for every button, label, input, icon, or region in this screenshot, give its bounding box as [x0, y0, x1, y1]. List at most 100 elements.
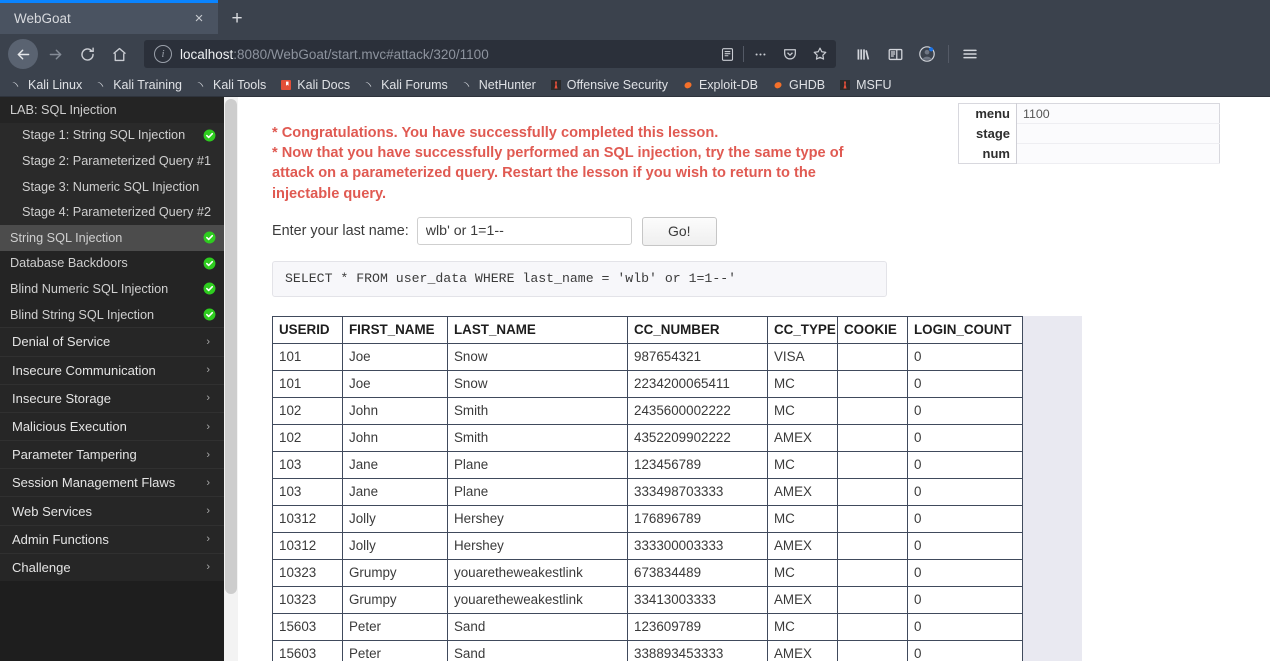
app-menu-icon[interactable] — [955, 39, 985, 69]
cell-last-name: Smith — [447, 423, 628, 452]
congratulations-text: * Congratulations. You have successfully… — [272, 125, 719, 141]
debug-value-num[interactable] — [1016, 143, 1220, 164]
sql-query-text: SELECT * FROM user_data WHERE last_name … — [285, 271, 737, 287]
sidebar-item-lab-sql-injection[interactable]: LAB: SQL Injection — [0, 97, 224, 123]
cell-login-count: 0 — [907, 477, 1023, 506]
sidebar-item-database-backdoors[interactable]: Database Backdoors — [0, 250, 224, 277]
bookmark-exploit-db[interactable]: Exploit-DB — [675, 75, 765, 96]
cell-last-name: youaretheweakestlink — [447, 585, 628, 614]
sidebar-item-label: Parameter Tampering — [12, 447, 137, 463]
debug-value-menu[interactable]: 1100 — [1016, 103, 1220, 124]
lastname-label: Enter your last name: — [272, 223, 409, 240]
table-row: 10323 Grumpy youaretheweakestlink 673834… — [272, 558, 1083, 587]
sidebar-item-web-services[interactable]: Web Services › — [0, 496, 224, 525]
sidebar-item-parameter-tampering[interactable]: Parameter Tampering › — [0, 440, 224, 469]
cell-cc-type: AMEX — [767, 477, 838, 506]
cell-cc-number: 123456789 — [627, 450, 768, 479]
sidebar-item-insecure-communication[interactable]: Insecure Communication › — [0, 355, 224, 384]
table-row: 101 Joe Snow 987654321 VISA 0 — [272, 342, 1083, 371]
sidebar-item-label: Database Backdoors — [10, 256, 128, 271]
bookmark-label: Kali Linux — [28, 78, 83, 92]
new-tab-icon[interactable]: + — [218, 3, 256, 34]
cell-cookie — [837, 369, 908, 398]
sidebar-item-stage-3[interactable]: Stage 3: Numeric SQL Injection — [0, 173, 224, 200]
reload-icon[interactable] — [72, 39, 102, 69]
sidebar-item-denial-of-service[interactable]: Denial of Service › — [0, 327, 224, 356]
kali-docs-icon — [281, 80, 292, 90]
sidebar-item-label: LAB: SQL Injection — [10, 102, 117, 117]
column-header-login-count: LOGIN_COUNT — [907, 315, 1023, 344]
home-icon[interactable] — [104, 39, 134, 69]
debug-key-num: num — [958, 143, 1017, 164]
sidebar-item-admin-functions[interactable]: Admin Functions › — [0, 524, 224, 553]
cell-cc-type: MC — [767, 612, 838, 641]
sidebar-item-blind-string-sql-injection[interactable]: Blind String SQL Injection — [0, 301, 224, 328]
chevron-right-icon: › — [206, 392, 210, 405]
kali-dragon-icon — [365, 82, 372, 88]
sidebar-item-malicious-execution[interactable]: Malicious Execution › — [0, 411, 224, 441]
cell-first-name: Peter — [342, 639, 448, 661]
kali-dragon-icon — [12, 82, 19, 88]
cell-cc-number: 673834489 — [627, 558, 768, 587]
close-icon[interactable]: × — [190, 10, 208, 28]
sidebar-scrollbar[interactable] — [224, 97, 238, 661]
chevron-right-icon: › — [206, 448, 210, 461]
debug-value-stage[interactable] — [1016, 123, 1220, 144]
cell-first-name: John — [342, 396, 448, 425]
sidebar-icon[interactable] — [880, 39, 910, 69]
cell-cc-type: AMEX — [767, 423, 838, 452]
sidebar-item-stage-2[interactable]: Stage 2: Parameterized Query #1 — [0, 148, 224, 174]
sidebar-item-insecure-storage[interactable]: Insecure Storage › — [0, 383, 224, 412]
kali-dragon-icon — [97, 82, 104, 88]
bookmark-star-icon[interactable] — [806, 41, 834, 67]
sidebar-item-blind-numeric-sql-injection[interactable]: Blind Numeric SQL Injection — [0, 276, 224, 302]
table-row: 103 Jane Plane 333498703333 AMEX 0 — [272, 477, 1083, 506]
sidebar-item-label: Session Management Flaws — [12, 475, 176, 491]
account-icon[interactable] — [912, 39, 942, 69]
tab-webgoat[interactable]: WebGoat × — [0, 0, 218, 34]
bookmark-kali-tools[interactable]: Kali Tools — [189, 75, 273, 96]
bookmark-offensive-security[interactable]: Offensive Security — [543, 75, 675, 96]
bookmark-nethunter[interactable]: NetHunter — [455, 75, 543, 96]
bookmark-kali-training[interactable]: Kali Training — [89, 75, 189, 96]
debug-row: num — [958, 143, 1220, 164]
sidebar-item-session-management-flaws[interactable]: Session Management Flaws › — [0, 468, 224, 497]
toolbar-actions — [848, 39, 985, 69]
sidebar-item-label: Stage 1: String SQL Injection — [22, 128, 186, 143]
lastname-input[interactable] — [416, 217, 632, 246]
url-bar[interactable]: i localhost:8080/WebGoat/start.mvc#attac… — [144, 40, 836, 68]
sidebar-item-stage-1[interactable]: Stage 1: String SQL Injection — [0, 122, 224, 149]
bookmark-ghdb[interactable]: GHDB — [765, 75, 832, 96]
sidebar-scrollbar-thumb[interactable] — [225, 99, 237, 594]
cell-spacer — [1022, 586, 1083, 614]
forward-arrow-icon[interactable] — [40, 39, 70, 69]
chevron-right-icon: › — [206, 364, 210, 377]
site-info-icon[interactable]: i — [154, 45, 172, 63]
cell-cc-type: MC — [767, 396, 838, 425]
bookmark-msfu[interactable]: MSFU — [832, 75, 898, 96]
cell-cookie — [837, 504, 908, 533]
bookmark-kali-docs[interactable]: Kali Docs — [273, 75, 357, 96]
cell-userid: 15603 — [272, 612, 343, 641]
sidebar-item-challenge[interactable]: Challenge › — [0, 552, 224, 582]
reader-mode-icon[interactable] — [713, 41, 741, 67]
pocket-icon[interactable] — [776, 41, 804, 67]
library-icon[interactable] — [848, 39, 878, 69]
sidebar-item-string-sql-injection[interactable]: String SQL Injection — [0, 224, 224, 251]
cell-cookie — [837, 639, 908, 661]
bookmark-kali-forums[interactable]: Kali Forums — [357, 75, 455, 96]
cell-cookie — [837, 342, 908, 371]
table-row: 101 Joe Snow 2234200065411 MC 0 — [272, 369, 1083, 398]
column-header-cc-number: CC_NUMBER — [627, 315, 768, 344]
page-actions-icon[interactable] — [746, 41, 774, 67]
sidebar-item-label: Insecure Communication — [12, 362, 156, 378]
sidebar-item-stage-4[interactable]: Stage 4: Parameterized Query #2 — [0, 199, 224, 225]
debug-row: stage — [958, 123, 1220, 144]
bookmark-kali-linux[interactable]: Kali Linux — [4, 75, 89, 96]
go-button[interactable]: Go! — [641, 216, 717, 246]
bookmarks-bar: Kali Linux Kali Training Kali Tools Kali… — [0, 74, 1270, 97]
cell-first-name: Grumpy — [342, 585, 448, 614]
back-arrow-icon[interactable] — [8, 39, 38, 69]
column-header-cookie: COOKIE — [837, 315, 908, 344]
cell-first-name: John — [342, 423, 448, 452]
